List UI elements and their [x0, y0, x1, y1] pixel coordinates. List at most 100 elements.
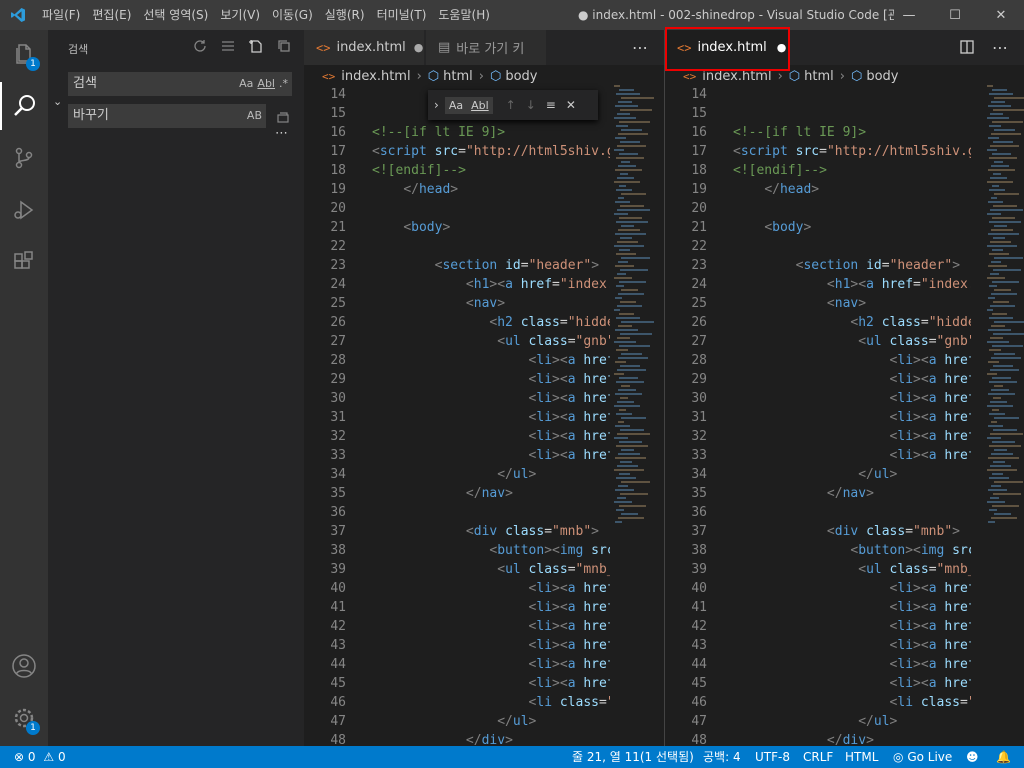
close-icon[interactable]: ✕: [566, 98, 576, 112]
menu-help[interactable]: 도움말(H): [432, 0, 496, 30]
code-line[interactable]: 31 <li><a href: [665, 408, 971, 427]
minimap-right[interactable]: [983, 85, 1024, 746]
preserve-case-toggle[interactable]: AB: [247, 104, 262, 128]
more-options-icon[interactable]: ⋯: [275, 126, 288, 141]
menu-edit[interactable]: 편집(E): [86, 0, 137, 30]
code-line[interactable]: 17 <script src="http://html5shiv.googleco…: [304, 142, 610, 161]
replace-all-icon[interactable]: [276, 108, 290, 127]
code-line[interactable]: 32 <li><a href: [665, 427, 971, 446]
code-line[interactable]: 34 </ul>: [304, 465, 610, 484]
manage-button[interactable]: 1: [0, 694, 48, 742]
whole-word-toggle[interactable]: Abl: [257, 72, 275, 96]
new-search-editor-icon[interactable]: [248, 38, 264, 54]
code-line[interactable]: 35 </nav>: [665, 484, 971, 503]
code-line[interactable]: 23 <section id="header">: [665, 256, 971, 275]
code-line[interactable]: 30 <li><a href: [304, 389, 610, 408]
code-line[interactable]: 20: [665, 199, 971, 218]
menu-terminal[interactable]: 터미널(T): [371, 0, 433, 30]
arrow-up-icon[interactable]: ↑: [506, 98, 516, 112]
menu-selection[interactable]: 선택 영역(S): [137, 0, 214, 30]
cursor-position[interactable]: 줄 21, 열 11(1 선택됨): [572, 746, 694, 768]
code-line[interactable]: 21 <body>: [665, 218, 971, 237]
code-line[interactable]: 33 <li><a href: [304, 446, 610, 465]
replace-input[interactable]: 바꾸기 AB: [68, 104, 266, 128]
accounts-button[interactable]: [0, 642, 48, 690]
clear-results-icon[interactable]: [220, 38, 236, 54]
code-line[interactable]: 28 <li><a href: [304, 351, 610, 370]
code-line[interactable]: 28 <li><a href: [665, 351, 971, 370]
code-line[interactable]: 29 <li><a href: [665, 370, 971, 389]
code-line[interactable]: 34 </ul>: [665, 465, 971, 484]
code-line[interactable]: 36: [304, 503, 610, 522]
more-actions-icon[interactable]: ⋯: [632, 38, 648, 57]
code-line[interactable]: 35 </nav>: [304, 484, 610, 503]
code-line[interactable]: 48 </div>: [665, 731, 971, 746]
notifications-icon[interactable]: 🔔: [996, 746, 1011, 768]
go-live-button[interactable]: ◎ Go Live: [893, 746, 952, 768]
unsaved-dot-icon[interactable]: ●: [414, 41, 424, 54]
code-line[interactable]: 17 <script src="http://html5shiv.googleco…: [665, 142, 971, 161]
search-view-button[interactable]: [0, 82, 48, 130]
find-whole-word[interactable]: Abl: [467, 96, 493, 114]
code-line[interactable]: 38 <button><img src: [304, 541, 610, 560]
encoding[interactable]: UTF-8: [755, 746, 790, 768]
code-line[interactable]: 39 <ul class="mnb_list": [665, 560, 971, 579]
code-line[interactable]: 27 <ul class="gnb">: [665, 332, 971, 351]
code-line[interactable]: 16 <!--[if lt IE 9]>: [304, 123, 610, 142]
code-line[interactable]: 37 <div class="mnb">: [665, 522, 971, 541]
breadcrumb-file[interactable]: index.html: [341, 69, 410, 84]
minimize-icon[interactable]: —: [886, 0, 932, 30]
menu-go[interactable]: 이동(G): [266, 0, 319, 30]
code-line[interactable]: 38 <button><img src: [665, 541, 971, 560]
code-line[interactable]: 19 </head>: [665, 180, 971, 199]
code-line[interactable]: 46 <li class=": [304, 693, 610, 712]
tab-keyboard-shortcuts[interactable]: ▤ 바로 가기 키: [426, 30, 546, 65]
code-line[interactable]: 16 <!--[if lt IE 9]>: [665, 123, 971, 142]
code-line[interactable]: 37 <div class="mnb">: [304, 522, 610, 541]
code-line[interactable]: 44 <li><a href: [304, 655, 610, 674]
code-line[interactable]: 33 <li><a href: [665, 446, 971, 465]
menu-run[interactable]: 실행(R): [319, 0, 371, 30]
code-line[interactable]: 26 <h2 class="hidden": [304, 313, 610, 332]
regex-toggle[interactable]: .*: [279, 72, 288, 96]
explorer-button[interactable]: 1: [0, 30, 48, 78]
refresh-icon[interactable]: [192, 38, 208, 54]
code-line[interactable]: 25 <nav>: [304, 294, 610, 313]
code-line[interactable]: 21 <body>: [304, 218, 610, 237]
code-line[interactable]: 15: [665, 104, 971, 123]
code-line[interactable]: 47 </ul>: [665, 712, 971, 731]
code-line[interactable]: 23 <section id="header">: [304, 256, 610, 275]
code-line[interactable]: 45 <li><a href: [304, 674, 610, 693]
code-line[interactable]: 47 </ul>: [304, 712, 610, 731]
code-line[interactable]: 31 <li><a href: [304, 408, 610, 427]
code-line[interactable]: 42 <li><a href: [665, 617, 971, 636]
menu-file[interactable]: 파일(F): [36, 0, 86, 30]
code-line[interactable]: 46 <li class=": [665, 693, 971, 712]
split-editor-icon[interactable]: [960, 39, 974, 58]
arrow-down-icon[interactable]: ↓: [526, 98, 536, 112]
code-line[interactable]: 45 <li><a href: [665, 674, 971, 693]
code-line[interactable]: 41 <li><a href: [665, 598, 971, 617]
breadcrumb-html[interactable]: html: [804, 69, 834, 84]
code-line[interactable]: 39 <ul class="mnb_list": [304, 560, 610, 579]
find-match-case[interactable]: Aa: [444, 96, 468, 114]
minimap-left[interactable]: [610, 85, 654, 746]
search-input[interactable]: 검색 Aa Abl .*: [68, 72, 292, 96]
code-line[interactable]: 27 <ul class="gnb">: [304, 332, 610, 351]
code-line[interactable]: 32 <li><a href: [304, 427, 610, 446]
breadcrumb-body[interactable]: body: [866, 69, 898, 84]
code-line[interactable]: 26 <h2 class="hidden": [665, 313, 971, 332]
collapse-all-icon[interactable]: [276, 38, 292, 54]
code-line[interactable]: 20: [304, 199, 610, 218]
problems-indicator[interactable]: ⊗ 0 ⚠ 0: [14, 746, 66, 768]
code-editor-right[interactable]: 14 15 16 <!--[if lt IE 9]> 17 <script src="ht…: [665, 85, 971, 746]
breadcrumb-html[interactable]: html: [443, 69, 473, 84]
code-line[interactable]: 41 <li><a href: [304, 598, 610, 617]
code-line[interactable]: 30 <li><a href: [665, 389, 971, 408]
chevron-right-icon[interactable]: ›: [434, 98, 439, 112]
breadcrumb-body[interactable]: body: [505, 69, 537, 84]
feedback-icon[interactable]: ☻: [966, 746, 979, 768]
code-line[interactable]: 18 <![endif]-->: [665, 161, 971, 180]
language-mode[interactable]: HTML: [845, 746, 878, 768]
code-line[interactable]: 43 <li><a href: [665, 636, 971, 655]
